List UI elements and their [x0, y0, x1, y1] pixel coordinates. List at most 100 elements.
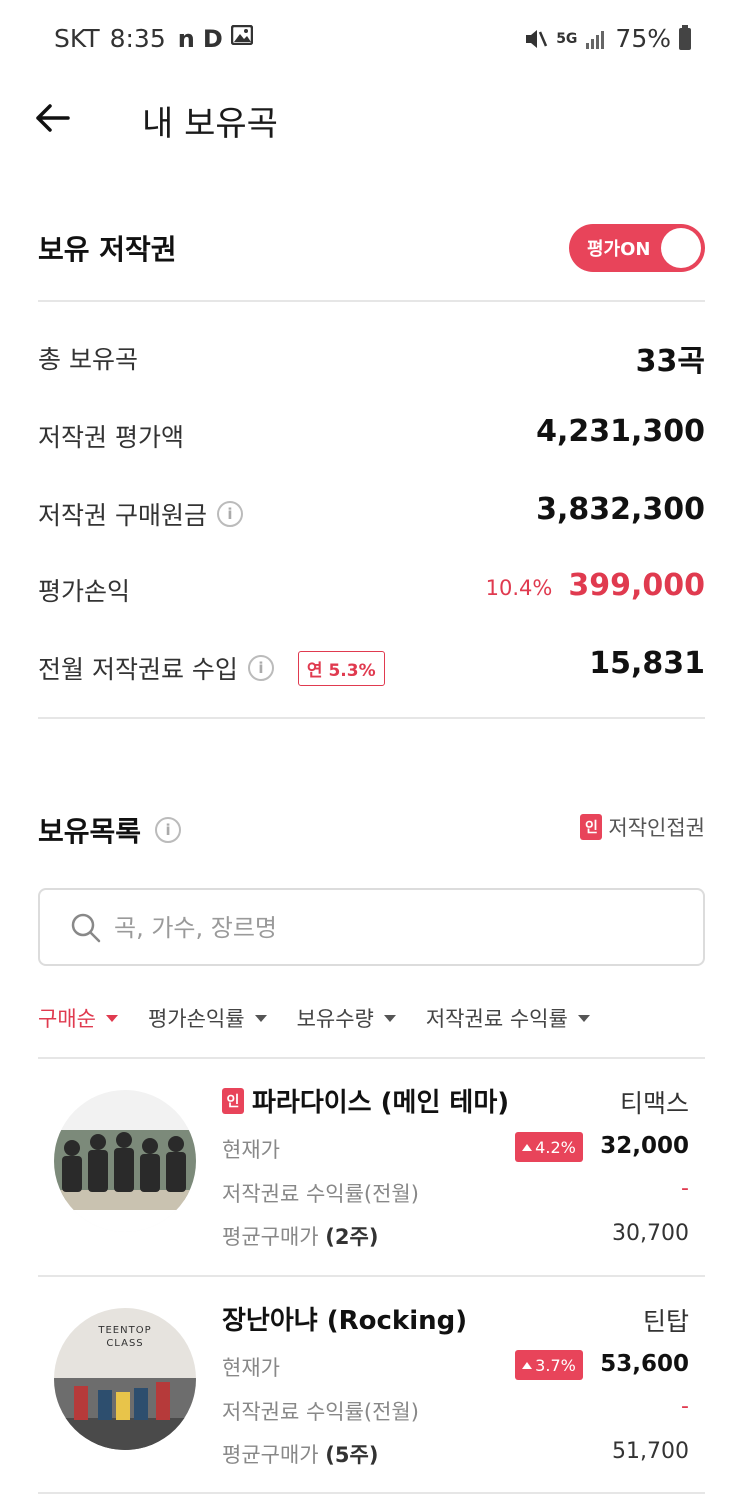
info-icon[interactable]: i: [155, 817, 182, 843]
network-type: 5G: [556, 30, 578, 47]
notification-icons: n D: [177, 24, 253, 53]
divider: [38, 1275, 705, 1277]
battery-level: 75%: [615, 24, 671, 53]
image-icon: [230, 24, 253, 45]
stat-label-wrap: 저작권 구매원금 i: [38, 496, 243, 532]
avg-price: 30,700: [612, 1221, 689, 1246]
royalty-yield-value: -: [681, 1176, 689, 1201]
up-arrow-icon: [522, 1361, 533, 1369]
annual-yield-badge: 연 5.3%: [297, 650, 385, 686]
search-icon: [71, 913, 101, 943]
profit-rate: 10.4%: [485, 576, 553, 600]
sort-label: 보유수량: [296, 1007, 374, 1031]
caret-down-icon: [105, 1014, 118, 1022]
stat-label: 전월 저작권료 수입: [38, 655, 238, 684]
back-arrow-icon: [36, 104, 70, 132]
stat-profit-loss: 평가손익 10.4% 399,000: [38, 566, 705, 610]
royalty-yield-label: 저작권료 수익률(전월): [222, 1182, 419, 1206]
stat-valuation: 저작권 평가액 4,231,300: [38, 412, 705, 456]
avg-price-label-wrap: 평균구매가 (2주): [222, 1221, 378, 1251]
song-title-row: 인 파라다이스 (메인 테마): [222, 1082, 509, 1119]
search-box[interactable]: [38, 888, 705, 966]
sort-quantity[interactable]: 보유수량: [297, 998, 396, 1038]
app-header: 내 보유곡: [0, 80, 743, 170]
stat-value: 4,231,300: [536, 414, 705, 449]
album-art: [54, 1090, 196, 1232]
sort-profit-rate[interactable]: 평가손익률: [148, 998, 267, 1038]
stat-value-wrap: 10.4% 399,000: [486, 568, 705, 603]
price-change-badge: 4.2%: [515, 1132, 583, 1162]
signal-icon: [586, 30, 605, 49]
neighboring-right-mark: 인: [222, 1087, 244, 1114]
caret-down-icon: [254, 1014, 267, 1022]
daum-icon: D: [202, 24, 223, 53]
info-icon[interactable]: i: [247, 655, 274, 681]
royalty-yield-label: 저작권료 수익률(전월): [222, 1400, 419, 1424]
sort-royalty-yield[interactable]: 저작권료 수익률: [426, 998, 590, 1038]
album-art: TEENTOP CLASS: [54, 1308, 196, 1450]
stat-label: 저작권 구매원금: [38, 501, 207, 530]
battery-icon: [679, 24, 691, 50]
naver-icon: n: [177, 24, 195, 53]
caret-down-icon: [383, 1014, 396, 1022]
page-title: 내 보유곡: [142, 104, 278, 144]
current-price: 53,600: [600, 1351, 689, 1377]
divider: [38, 1057, 705, 1059]
stat-label: 총 보유곡: [38, 345, 138, 374]
stat-total-songs: 총 보유곡 33곡: [38, 334, 705, 379]
profit-amount: 399,000: [568, 568, 705, 603]
sort-label: 평가손익률: [147, 1007, 245, 1031]
valuation-toggle[interactable]: 평가ON: [569, 224, 705, 272]
neighboring-right-mark: 인: [580, 814, 603, 840]
status-bar: SKT 8:35 n D 5G 75%: [0, 0, 743, 78]
price-change-value: 4.2%: [535, 1137, 576, 1157]
royalty-yield-value: -: [681, 1394, 689, 1419]
current-price-label: 현재가: [222, 1138, 280, 1162]
stat-value: 15,831: [589, 646, 705, 681]
stat-label: 평가손익: [38, 577, 131, 606]
legend-label: 저작인접권: [608, 816, 705, 840]
avg-price: 51,700: [612, 1439, 689, 1464]
stat-label-wrap: 전월 저작권료 수입 i 연 5.3%: [38, 650, 385, 686]
divider: [38, 300, 705, 302]
back-button[interactable]: [30, 96, 74, 140]
sort-label: 저작권료 수익률: [425, 1007, 568, 1031]
toggle-label: 평가ON: [587, 239, 651, 260]
song-title: 파라다이스 (메인 테마): [252, 1088, 510, 1118]
up-arrow-icon: [522, 1143, 533, 1151]
avg-price-label: 평균구매가: [222, 1443, 319, 1467]
mute-icon: [526, 29, 548, 48]
holdings-title-wrap: 보유목록 i: [38, 810, 182, 850]
toggle-knob: [661, 228, 701, 268]
sort-purchase-order[interactable]: 구매순: [38, 998, 118, 1038]
sort-label: 구매순: [38, 1007, 96, 1031]
price-change-badge: 3.7%: [515, 1350, 583, 1380]
song-artist: 틴탑: [642, 1307, 689, 1336]
stat-label: 저작권 평가액: [38, 423, 184, 452]
album-art-image: [54, 1090, 196, 1232]
song-title: 장난아냐 (Rocking): [222, 1306, 468, 1336]
status-left: SKT 8:35 n D: [54, 24, 253, 53]
legend: 인 저작인접권: [580, 812, 705, 842]
copyright-section-title: 보유 저작권: [38, 233, 177, 266]
divider: [38, 1492, 705, 1494]
song-artist: 티맥스: [619, 1089, 689, 1118]
status-right: 5G 75%: [524, 24, 691, 53]
sort-bar: 구매순 평가손익률 보유수량 저작권료 수익률: [38, 998, 705, 1038]
avg-price-label-wrap: 평균구매가 (5주): [222, 1439, 378, 1469]
holdings-title: 보유목록: [38, 815, 142, 848]
search-input[interactable]: [114, 908, 674, 948]
song-item[interactable]: TEENTOP CLASS 장난아냐 (Rocking) 틴탑 현재가 3.7%…: [38, 1280, 705, 1496]
current-price-label: 현재가: [222, 1356, 280, 1380]
stat-value: 3,832,300: [536, 492, 705, 527]
song-item[interactable]: 인 파라다이스 (메인 테마) 티맥스 현재가 4.2% 32,000 저작권료…: [38, 1062, 705, 1278]
carrier: SKT: [54, 24, 100, 53]
stat-value: 33곡: [635, 344, 705, 379]
info-icon[interactable]: i: [216, 501, 243, 527]
divider: [38, 717, 705, 719]
album-art-text: TEENTOP CLASS: [98, 1325, 152, 1349]
song-title-row: 장난아냐 (Rocking): [222, 1300, 467, 1337]
stat-principal: 저작권 구매원금 i 3,832,300: [38, 490, 705, 534]
clock: 8:35: [109, 24, 166, 53]
avg-qty: (5주): [325, 1443, 379, 1467]
